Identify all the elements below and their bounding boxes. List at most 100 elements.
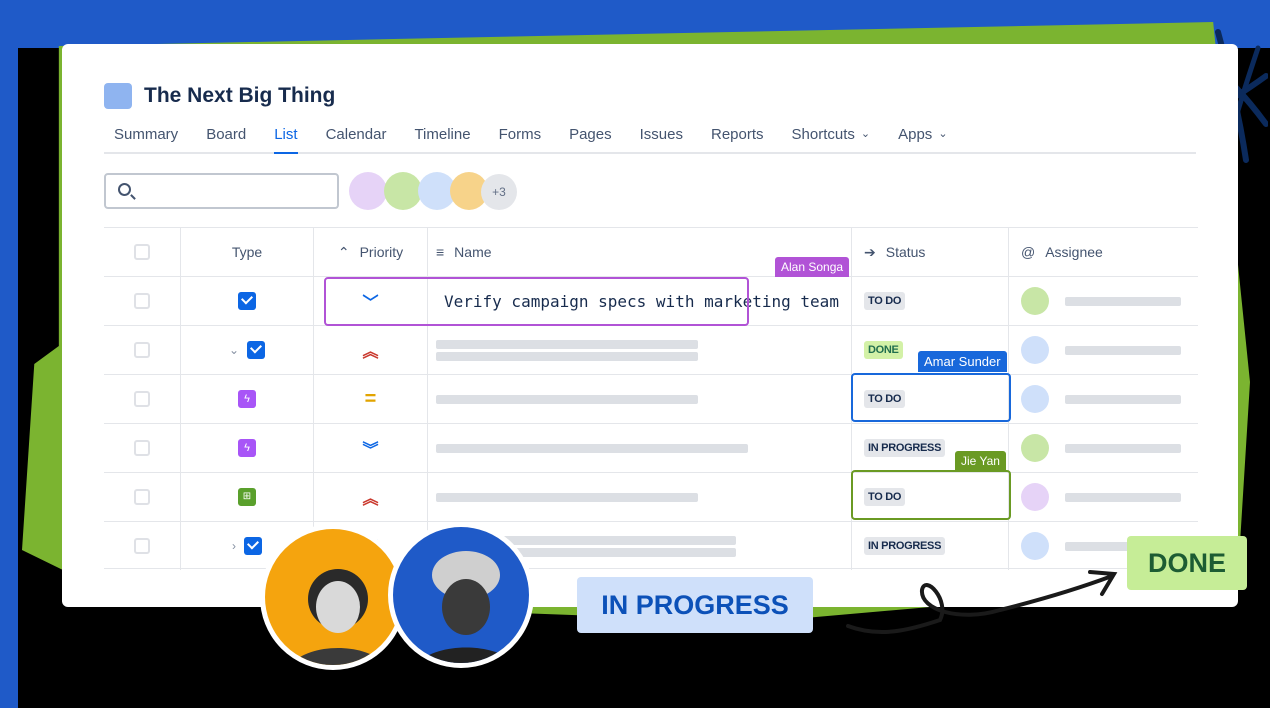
tab-label: Issues bbox=[639, 126, 683, 143]
column-header-assignee[interactable]: Assignee bbox=[1045, 244, 1103, 260]
placeholder-name bbox=[436, 441, 748, 456]
row-checkbox[interactable] bbox=[134, 440, 150, 456]
page-title: The Next Big Thing bbox=[144, 84, 336, 107]
status-badge[interactable]: DONE bbox=[864, 341, 903, 359]
done-status-pill: DONE bbox=[1127, 536, 1247, 590]
subtask-type-icon: ⊞ bbox=[238, 488, 256, 506]
placeholder-name bbox=[436, 337, 698, 364]
column-header-status[interactable]: Status bbox=[886, 244, 926, 260]
collaborator-tag: Amar Sunder bbox=[918, 351, 1007, 372]
search-icon bbox=[118, 183, 131, 196]
tab-apps[interactable]: Apps ⌄ bbox=[898, 122, 947, 152]
table-row[interactable]: ⊞ ︽ TO DO bbox=[104, 472, 1198, 521]
row-checkbox[interactable] bbox=[134, 489, 150, 505]
assignee-avatar[interactable] bbox=[1021, 532, 1049, 560]
assignee-avatar[interactable] bbox=[1021, 483, 1049, 511]
tab-label: Board bbox=[206, 126, 247, 143]
collaborator-photo bbox=[388, 522, 534, 668]
tab-board[interactable]: Board bbox=[206, 122, 246, 152]
priority-icon: ⌃ bbox=[337, 243, 350, 260]
placeholder-bar bbox=[1065, 296, 1181, 306]
row-checkbox[interactable] bbox=[134, 391, 150, 407]
table-row[interactable]: ⌄ ︽ DONE bbox=[104, 325, 1198, 374]
placeholder-bar bbox=[436, 394, 698, 404]
tab-summary[interactable]: Summary bbox=[114, 122, 178, 152]
expand-icon[interactable]: ⌄ bbox=[229, 343, 239, 357]
tab-label: Shortcuts bbox=[791, 126, 855, 143]
tab-label: Pages bbox=[569, 126, 612, 143]
task-type-icon bbox=[238, 292, 256, 310]
tab-shortcuts[interactable]: Shortcuts ⌄ bbox=[792, 122, 871, 152]
select-all-checkbox[interactable] bbox=[134, 244, 150, 260]
status-cell-focus bbox=[851, 373, 1011, 422]
collaborator-tag: Alan Songa bbox=[775, 257, 850, 277]
tab-label: Apps bbox=[898, 126, 933, 143]
placeholder-bar bbox=[1065, 345, 1181, 355]
collaborator-tag: Jie Yan bbox=[955, 451, 1006, 471]
row-checkbox[interactable] bbox=[134, 538, 150, 554]
placeholder-name bbox=[436, 490, 698, 505]
expand-icon[interactable]: › bbox=[232, 539, 236, 553]
project-icon bbox=[104, 83, 132, 109]
placeholder-bar bbox=[436, 443, 748, 453]
tab-pages[interactable]: Pages bbox=[569, 122, 612, 152]
table-row[interactable]: ϟ = TO DO bbox=[104, 374, 1198, 423]
task-type-icon bbox=[244, 537, 262, 555]
placeholder-bar bbox=[436, 339, 698, 349]
tab-timeline[interactable]: Timeline bbox=[414, 122, 470, 152]
column-header-name[interactable]: Name bbox=[454, 244, 491, 260]
chevron-down-icon: ⌄ bbox=[860, 128, 871, 140]
priority-high-icon: ︽ bbox=[362, 344, 379, 361]
in-progress-status-pill: IN PROGRESS bbox=[577, 577, 813, 633]
table-header-row: Type ⌃ Priority ≡ Name ➔ Status @ Assignee bbox=[104, 227, 1198, 276]
tab-reports[interactable]: Reports bbox=[711, 122, 764, 152]
priority-medium-icon: = bbox=[364, 387, 377, 410]
arrow-circle-icon: ➔ bbox=[864, 243, 876, 260]
placeholder-bar bbox=[1065, 492, 1181, 502]
tab-label: Timeline bbox=[414, 126, 471, 143]
column-header-type[interactable]: Type bbox=[232, 244, 262, 260]
tab-label: Summary bbox=[114, 126, 179, 143]
collaborator-photo bbox=[260, 524, 406, 670]
status-badge[interactable]: IN PROGRESS bbox=[864, 537, 946, 555]
blue-frame-left bbox=[0, 0, 18, 708]
table-row[interactable]: ϟ ︾ IN PROGRESS bbox=[104, 423, 1198, 472]
avatar[interactable] bbox=[384, 172, 422, 210]
assignee-avatar[interactable] bbox=[1021, 385, 1049, 413]
assignee-avatar[interactable] bbox=[1021, 434, 1049, 462]
priority-lowest-icon: ︾ bbox=[362, 442, 379, 459]
placeholder-bar bbox=[1065, 394, 1181, 404]
column-header-priority[interactable]: Priority bbox=[360, 244, 404, 260]
tab-list[interactable]: List bbox=[274, 122, 298, 154]
subtask-type-icon: ϟ bbox=[238, 390, 256, 408]
placeholder-name bbox=[436, 392, 698, 407]
status-cell-focus bbox=[851, 470, 1011, 520]
tab-forms[interactable]: Forms bbox=[499, 122, 542, 152]
more-avatars-button[interactable]: +3 bbox=[481, 174, 517, 210]
placeholder-bar bbox=[1065, 443, 1181, 453]
curved-arrow-icon bbox=[846, 570, 1118, 634]
assignee-avatar[interactable] bbox=[1021, 336, 1049, 364]
tab-label: Reports bbox=[710, 126, 764, 143]
placeholder-bar bbox=[436, 492, 698, 502]
row-checkbox[interactable] bbox=[134, 293, 150, 309]
placeholder-bar bbox=[436, 351, 698, 361]
avatar[interactable] bbox=[349, 172, 387, 210]
status-badge[interactable]: IN PROGRESS bbox=[864, 439, 946, 457]
name-cell-focus bbox=[324, 277, 749, 326]
subtask-type-icon: ϟ bbox=[238, 439, 256, 457]
project-header: The Next Big Thing bbox=[104, 83, 335, 109]
text-lines-icon: ≡ bbox=[436, 244, 445, 260]
priority-high-icon: ︽ bbox=[362, 491, 379, 508]
tab-issues[interactable]: Issues bbox=[640, 122, 683, 152]
tab-bar: Summary Board List Calendar Timeline Forms Pag… bbox=[104, 122, 1196, 154]
row-checkbox[interactable] bbox=[134, 342, 150, 358]
assignee-avatar[interactable] bbox=[1021, 287, 1049, 315]
status-badge[interactable]: TO DO bbox=[864, 292, 906, 310]
search-input[interactable] bbox=[104, 173, 339, 209]
at-icon: @ bbox=[1021, 244, 1036, 260]
chevron-down-icon: ⌄ bbox=[938, 128, 948, 140]
tab-label: List bbox=[274, 126, 298, 143]
tab-calendar[interactable]: Calendar bbox=[326, 122, 387, 152]
task-type-icon bbox=[247, 341, 266, 359]
